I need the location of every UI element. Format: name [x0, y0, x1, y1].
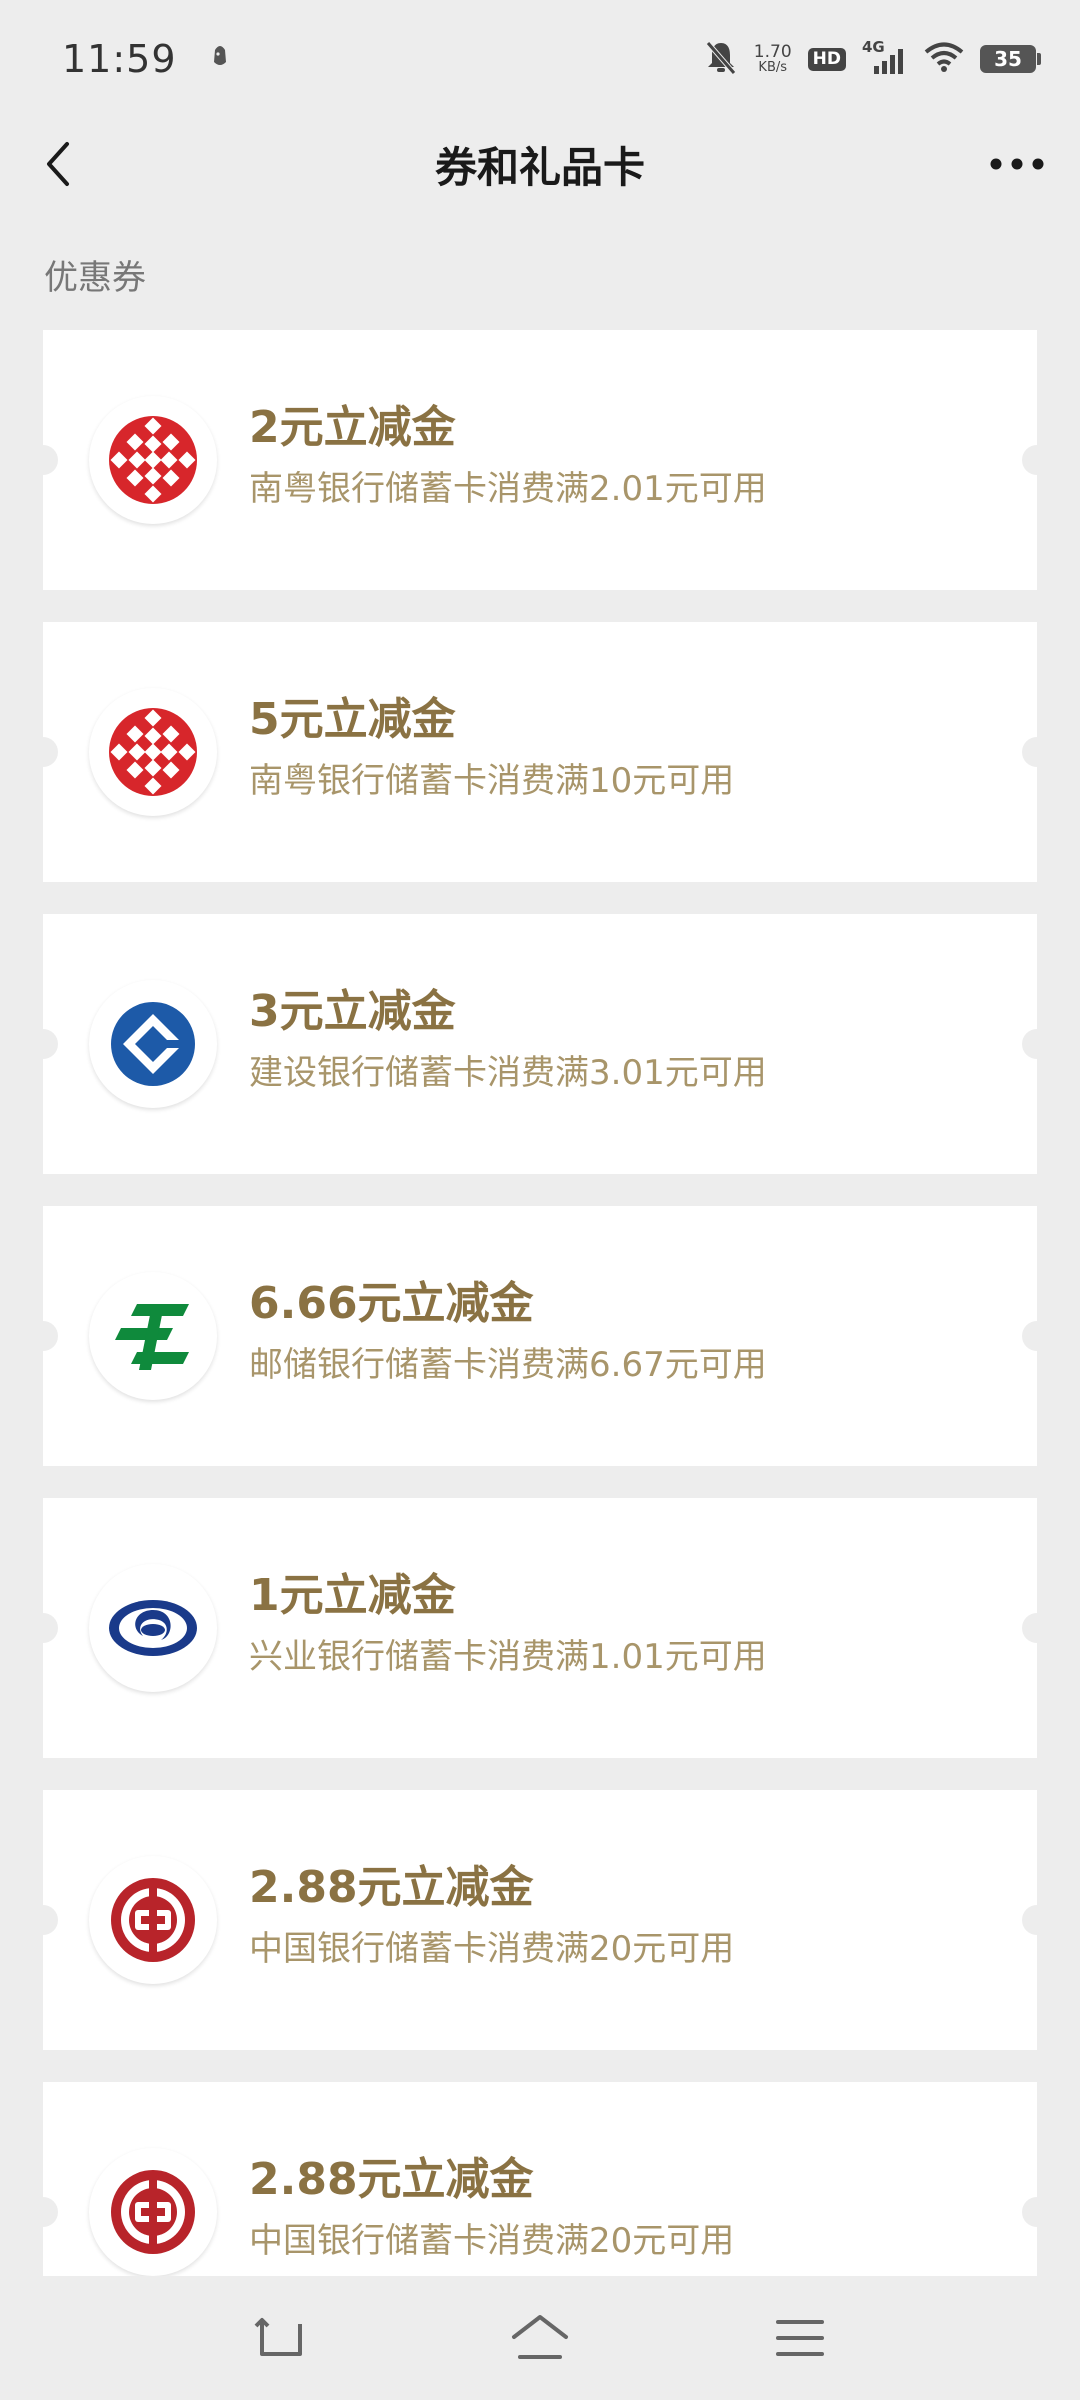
- boc-logo-icon: [111, 1878, 195, 1962]
- mute-bell-icon: [704, 39, 738, 79]
- coupon-amount: 1元立减金: [249, 1570, 456, 1621]
- return-arrow-icon: [254, 2318, 302, 2356]
- more-options-button[interactable]: [972, 136, 1062, 192]
- coupon-text: 6.66元立减金 邮储银行储蓄卡消费满6.67元可用: [249, 1278, 767, 1386]
- system-back-button[interactable]: [240, 2298, 320, 2378]
- back-button[interactable]: [30, 136, 86, 192]
- coupon-amount: 6.66元立减金: [249, 1278, 534, 1329]
- chevron-left-icon: [47, 142, 69, 186]
- network-speed-unit: KB/s: [758, 60, 788, 75]
- menu-icon: [776, 2320, 824, 2356]
- status-right: 1.70 KB/s HD 4G 35: [704, 38, 1041, 79]
- coupon-description: 兴业银行储蓄卡消费满1.01元可用: [249, 1636, 767, 1677]
- coupon-description: 中国银行储蓄卡消费满20元可用: [249, 1928, 735, 1969]
- coupon-card[interactable]: 3元立减金 建设银行储蓄卡消费满3.01元可用: [28, 914, 1052, 1174]
- nanyue-bank-logo-icon: [109, 416, 197, 504]
- ccb-logo-icon: [111, 1002, 195, 1086]
- bank-logo: [89, 396, 217, 524]
- coupon-text: 5元立减金 南粤银行储蓄卡消费满10元可用: [249, 694, 734, 802]
- bank-logo: [89, 2148, 217, 2276]
- cellular-signal-icon: 4G: [862, 38, 908, 76]
- clock: 11:59: [62, 37, 177, 81]
- bank-logo: [89, 1564, 217, 1692]
- coupon-card[interactable]: 2.88元立减金 中国银行储蓄卡消费满20元可用: [28, 1790, 1052, 2050]
- coupon-amount: 2元立减金: [249, 402, 456, 453]
- coupon-text: 2元立减金 南粤银行储蓄卡消费满2.01元可用: [249, 402, 767, 510]
- cib-logo-icon: [109, 1600, 197, 1656]
- hd-badge: HD: [807, 47, 846, 71]
- bank-logo: [89, 688, 217, 816]
- boc-logo-icon: [111, 2170, 195, 2254]
- network-speed: 1.70 KB/s: [753, 42, 792, 75]
- bank-logo: [89, 980, 217, 1108]
- coupon-description: 邮储银行储蓄卡消费满6.67元可用: [249, 1344, 767, 1385]
- coupon-text: 2.88元立减金 中国银行储蓄卡消费满20元可用: [249, 1862, 734, 1970]
- coupon-list: 2元立减金 南粤银行储蓄卡消费满2.01元可用 5元立减金 南粤银行储蓄卡消费满…: [28, 330, 1052, 2374]
- coupon-amount: 3元立减金: [249, 986, 456, 1037]
- status-bar: 11:59 1.70 KB/s HD 4G 35: [0, 0, 1080, 118]
- psbc-logo-icon: [115, 1304, 189, 1370]
- section-label-coupons: 优惠券: [44, 258, 146, 298]
- coupon-card[interactable]: 1元立减金 兴业银行储蓄卡消费满1.01元可用: [28, 1498, 1052, 1758]
- wifi-icon: [924, 41, 964, 77]
- coupon-description: 南粤银行储蓄卡消费满2.01元可用: [249, 468, 767, 509]
- coupon-text: 2.88元立减金 中国银行储蓄卡消费满20元可用: [249, 2154, 734, 2262]
- network-speed-value: 1.70: [753, 42, 792, 62]
- system-menu-button[interactable]: [760, 2298, 840, 2378]
- nanyue-bank-logo-icon: [109, 708, 197, 796]
- more-dots-icon: [990, 158, 1044, 170]
- system-home-button[interactable]: [500, 2298, 580, 2378]
- coupon-amount: 5元立减金: [249, 694, 456, 745]
- coupon-card[interactable]: 5元立减金 南粤银行储蓄卡消费满10元可用: [28, 622, 1052, 882]
- coupon-text: 1元立减金 兴业银行储蓄卡消费满1.01元可用: [249, 1570, 767, 1678]
- coupon-description: 中国银行储蓄卡消费满20元可用: [249, 2220, 735, 2261]
- page-title: 券和礼品卡: [434, 142, 645, 192]
- battery-indicator: 35: [980, 45, 1041, 73]
- coupon-card[interactable]: 6.66元立减金 邮储银行储蓄卡消费满6.67元可用: [28, 1206, 1052, 1466]
- status-left: 11:59: [62, 37, 231, 81]
- coupon-description: 南粤银行储蓄卡消费满10元可用: [249, 760, 735, 801]
- notification-app-icon: [209, 44, 231, 74]
- system-navigation-bar: [0, 2276, 1080, 2400]
- coupon-amount: 2.88元立减金: [249, 2154, 534, 2205]
- coupon-amount: 2.88元立减金: [249, 1862, 534, 1913]
- bank-logo: [89, 1272, 217, 1400]
- home-icon: [512, 2315, 568, 2359]
- coupon-card[interactable]: 2元立减金 南粤银行储蓄卡消费满2.01元可用: [28, 330, 1052, 590]
- coupon-description: 建设银行储蓄卡消费满3.01元可用: [249, 1052, 767, 1093]
- coupon-text: 3元立减金 建设银行储蓄卡消费满3.01元可用: [249, 986, 767, 1094]
- nav-bar: 券和礼品卡: [0, 118, 1080, 210]
- bank-logo: [89, 1856, 217, 1984]
